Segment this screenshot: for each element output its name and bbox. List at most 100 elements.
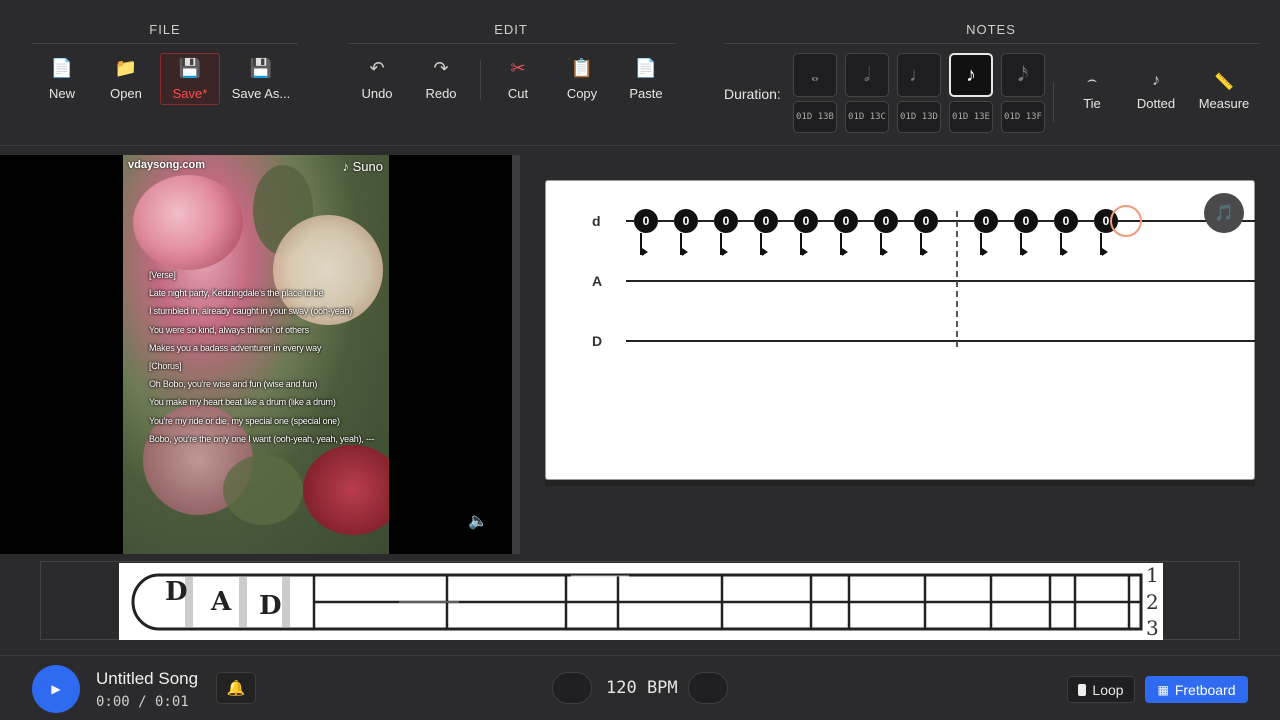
- duration-eighth-button[interactable]: ♪: [949, 53, 993, 97]
- note-flag: [1102, 248, 1108, 256]
- note-flag: [1062, 248, 1068, 256]
- tab-note[interactable]: 0: [634, 209, 658, 233]
- bpm-display: 120 BPM: [606, 678, 678, 698]
- tab-note[interactable]: 0: [834, 209, 858, 233]
- save-button-label: Save*: [172, 85, 208, 101]
- tab-string-line: [626, 280, 1256, 282]
- save-as-button[interactable]: 💾 Save As...: [228, 53, 294, 105]
- save-button[interactable]: 💾 Save*: [160, 53, 220, 105]
- loop-button[interactable]: Loop: [1067, 676, 1135, 703]
- tab-note[interactable]: 0: [914, 209, 938, 233]
- tuning-peg-low-d: D: [259, 591, 282, 621]
- rest-eighth-button[interactable]: 01D 13E: [949, 101, 993, 133]
- floating-music-button[interactable]: 🎵: [1204, 193, 1244, 233]
- quarter-note-icon: ♩: [909, 63, 929, 86]
- song-title[interactable]: Untitled Song: [96, 669, 198, 689]
- mute-speaker-icon[interactable]: 🔈: [468, 511, 488, 531]
- tab-note[interactable]: 0: [674, 209, 698, 233]
- lyric-line: Oh Bobo, you're wise and fun (wise and f…: [149, 379, 318, 390]
- floppy-disk-icon: 💾: [249, 57, 273, 78]
- cut-button[interactable]: ✂ Cut: [494, 53, 542, 105]
- lyric-line: You were so kind, always thinkin' of oth…: [149, 324, 309, 335]
- tab-note[interactable]: 0: [714, 209, 738, 233]
- duration-sixteenth-button[interactable]: 𝅘𝅥𝅯: [1001, 53, 1045, 97]
- tab-note[interactable]: 0: [794, 209, 818, 233]
- edit-group-divider: [348, 43, 676, 44]
- redo-icon: ↷: [433, 57, 449, 78]
- fretboard-button-label: Fretboard: [1174, 681, 1236, 698]
- tab-editor-panel: d A D 000000000000 🎵: [520, 155, 1280, 554]
- tab-note[interactable]: 0: [754, 209, 778, 233]
- copy-button[interactable]: 📋 Copy: [557, 53, 607, 105]
- redo-button[interactable]: ↷ Redo: [416, 53, 466, 105]
- string-label-low-d: D: [592, 333, 603, 349]
- notes-group-title: NOTES: [966, 22, 1016, 37]
- duration-whole-button[interactable]: 𝅝: [793, 53, 837, 97]
- tab-note[interactable]: 0: [1014, 209, 1038, 233]
- tie-icon: ⌢: [1086, 72, 1098, 89]
- new-button[interactable]: 📄 New: [36, 53, 88, 105]
- note-flag: [982, 248, 988, 256]
- floppy-disk-icon: 💾: [178, 57, 202, 78]
- tab-sheet[interactable]: d A D 000000000000 🎵: [545, 180, 1256, 480]
- rest-sixteenth-button[interactable]: 01D 13F: [1001, 101, 1045, 133]
- rest-half-button[interactable]: 01D 13C: [845, 101, 889, 133]
- paste-button[interactable]: 📄 Paste: [620, 53, 672, 105]
- fretboard-diagram: D A D 1 2 3: [119, 563, 1163, 640]
- tab-note[interactable]: 0: [974, 209, 998, 233]
- undo-button[interactable]: ↶ Undo: [352, 53, 402, 105]
- new-file-icon: 📄: [50, 57, 74, 78]
- rest-quarter-icon: 01D 13D: [900, 112, 938, 122]
- measure-button[interactable]: 📏 Measure: [1196, 72, 1252, 111]
- dotted-note-icon: ♪: [1152, 72, 1160, 89]
- tab-note[interactable]: 0: [874, 209, 898, 233]
- lyric-line: Makes you a badass adventurer in every w…: [149, 342, 322, 353]
- note-flag: [922, 248, 928, 256]
- rest-eighth-icon: 01D 13E: [952, 112, 990, 122]
- play-button[interactable]: ▶: [32, 665, 80, 713]
- string-number-2: 2: [1146, 590, 1159, 614]
- notes-separator: [1053, 82, 1054, 122]
- half-note-icon: 𝅗𝅥: [863, 63, 871, 86]
- video-panel[interactable]: vdaysong.com ♪ Suno [Verse] Late night p…: [0, 155, 512, 554]
- folder-icon: 📁: [114, 57, 138, 78]
- rest-whole-button[interactable]: 01D 13B: [793, 101, 837, 133]
- paste-icon: 📄: [634, 57, 658, 78]
- video-watermark: vdaysong.com: [128, 159, 206, 171]
- edit-separator: [480, 60, 481, 100]
- fretboard-toggle-button[interactable]: ▦ Fretboard: [1145, 676, 1248, 703]
- tie-button[interactable]: ⌢ Tie: [1074, 72, 1110, 111]
- whole-note-icon: 𝅝: [811, 63, 819, 86]
- music-note-icon: 🎵: [1214, 205, 1234, 222]
- tab-note[interactable]: 0: [1054, 209, 1078, 233]
- bpm-increase-button[interactable]: [688, 672, 728, 704]
- note-flag: [762, 248, 768, 256]
- panel-resize-handle[interactable]: [512, 155, 520, 554]
- rest-whole-icon: 01D 13B: [796, 112, 834, 122]
- metronome-icon: 🔔: [226, 680, 246, 697]
- rest-quarter-button[interactable]: 01D 13D: [897, 101, 941, 133]
- insert-cursor[interactable]: [1110, 205, 1142, 237]
- open-button[interactable]: 📁 Open: [100, 53, 152, 105]
- edit-group-title: EDIT: [494, 22, 528, 37]
- tab-sheet-scrollbar[interactable]: [545, 480, 1255, 486]
- rose-illustration: [133, 175, 243, 270]
- duration-half-button[interactable]: 𝅗𝅥: [845, 53, 889, 97]
- fretboard-strip[interactable]: D A D 1 2 3: [40, 561, 1240, 640]
- undo-icon: ↶: [369, 57, 385, 78]
- copy-button-label: Copy: [566, 85, 598, 101]
- lyric-line: Late night party, Kedzingdale's the plac…: [149, 288, 324, 299]
- duration-label: Duration:: [724, 86, 781, 102]
- metronome-button[interactable]: 🔔: [216, 672, 256, 704]
- playback-time: 0:00 / 0:01: [96, 694, 189, 710]
- suno-brand-label: Suno: [352, 159, 383, 174]
- duration-quarter-button[interactable]: ♩: [897, 53, 941, 97]
- clipboard-icon: 📋: [570, 57, 594, 78]
- save-as-button-label: Save As...: [231, 85, 291, 101]
- leaf-illustration: [223, 455, 303, 525]
- string-label-d: d: [592, 213, 601, 229]
- dotted-button[interactable]: ♪ Dotted: [1130, 72, 1182, 111]
- notes-group-divider: [724, 43, 1260, 44]
- lyric-line: [Verse]: [149, 270, 176, 280]
- bpm-decrease-button[interactable]: [552, 672, 592, 704]
